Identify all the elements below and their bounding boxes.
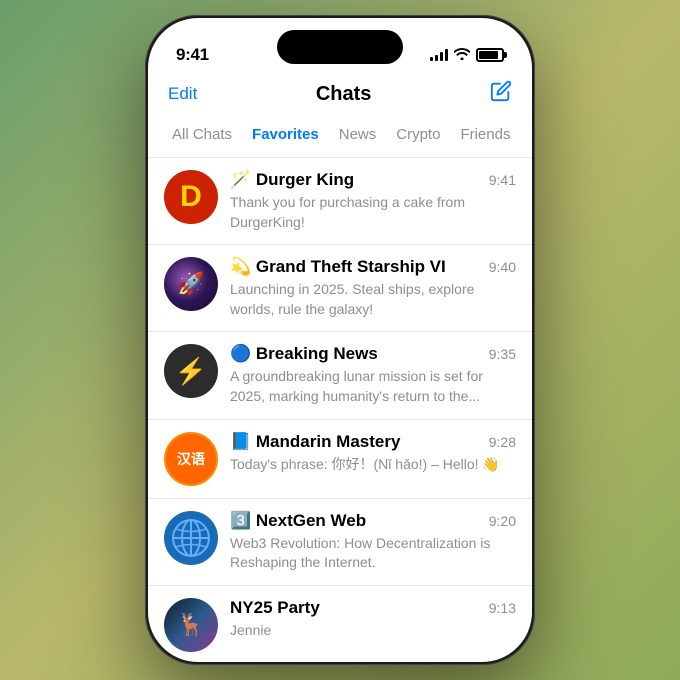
lightning-icon: ⚡ [175, 356, 207, 387]
chat-item-mandarin[interactable]: 汉语 📘 Mandarin Mastery 9:28 Today's phras… [148, 420, 532, 499]
chat-item-durger-king[interactable]: D 🪄 Durger King 9:41 Thank you for purch… [148, 158, 532, 245]
chat-content-nextgen: 3️⃣ NextGen Web 9:20 Web3 Revolution: Ho… [230, 511, 516, 573]
edit-button[interactable]: Edit [168, 84, 197, 104]
chat-top: 📘 Mandarin Mastery 9:28 [230, 432, 516, 452]
chat-time: 9:13 [489, 600, 516, 616]
signal-icon [430, 49, 448, 61]
chat-content-breaking-news: 🔵 Breaking News 9:35 A groundbreaking lu… [230, 344, 516, 406]
chat-preview: Web3 Revolution: How Decentralization is… [230, 534, 516, 573]
dynamic-island [277, 30, 403, 64]
chat-preview: Today's phrase: 你好！(Nǐ hǎo!) – Hello! 👋 [230, 455, 516, 475]
globe-icon [170, 517, 212, 559]
chat-name: 📘 Mandarin Mastery [230, 432, 400, 452]
chat-preview: A groundbreaking lunar mission is set fo… [230, 367, 516, 406]
avatar-breaking-news: ⚡ [164, 344, 218, 398]
tab-news[interactable]: News [331, 122, 385, 147]
status-time: 9:41 [176, 45, 209, 65]
chat-content-mandarin: 📘 Mandarin Mastery 9:28 Today's phrase: … [230, 432, 516, 475]
chat-preview: Launching in 2025. Steal ships, explore … [230, 280, 516, 319]
tab-favorites[interactable]: Favorites [244, 122, 327, 147]
chat-top: 💫 Grand Theft Starship VI 9:40 [230, 257, 516, 277]
tab-friends[interactable]: Friends [452, 122, 518, 147]
status-icons [430, 47, 504, 63]
avatar-nextgen [164, 511, 218, 565]
compose-button[interactable] [490, 80, 512, 108]
chat-item-breaking-news[interactable]: ⚡ 🔵 Breaking News 9:35 A groundbreaking … [148, 332, 532, 419]
chat-list: D 🪄 Durger King 9:41 Thank you for purch… [148, 158, 532, 662]
chat-time: 9:28 [489, 434, 516, 450]
phone-screen: 9:41 [148, 18, 532, 662]
avatar-ny25: 🦌 [164, 598, 218, 652]
battery-icon [476, 48, 504, 62]
chat-content-ny25: NY25 Party 9:13 Jennie [230, 598, 516, 641]
chat-name: 🔵 Breaking News [230, 344, 378, 364]
chat-preview: Thank you for purchasing a cake from Dur… [230, 193, 516, 232]
avatar-gts: 🚀 [164, 257, 218, 311]
chat-top: NY25 Party 9:13 [230, 598, 516, 618]
avatar-mandarin: 汉语 [164, 432, 218, 486]
chat-name: 💫 Grand Theft Starship VI [230, 257, 446, 277]
chat-item-gts[interactable]: 🚀 💫 Grand Theft Starship VI 9:40 Launchi… [148, 245, 532, 332]
filter-tabs: All Chats Favorites News Crypto Friends [148, 118, 532, 158]
chat-top: 🔵 Breaking News 9:35 [230, 344, 516, 364]
header: Edit Chats [148, 76, 532, 118]
avatar-durger-king: D [164, 170, 218, 224]
chat-name: NY25 Party [230, 598, 320, 618]
chat-time: 9:20 [489, 513, 516, 529]
chat-time: 9:41 [489, 172, 516, 188]
chat-content-gts: 💫 Grand Theft Starship VI 9:40 Launching… [230, 257, 516, 319]
chat-name: 🪄 Durger King [230, 170, 354, 190]
chat-item-ny25[interactable]: 🦌 NY25 Party 9:13 Jennie [148, 586, 532, 662]
chat-time: 9:35 [489, 346, 516, 362]
chat-top: 🪄 Durger King 9:41 [230, 170, 516, 190]
chat-item-nextgen[interactable]: 3️⃣ NextGen Web 9:20 Web3 Revolution: Ho… [148, 499, 532, 586]
phone-frame: 9:41 [145, 15, 535, 665]
tab-all-chats[interactable]: All Chats [164, 122, 240, 147]
wifi-icon [454, 47, 470, 63]
tab-crypto[interactable]: Crypto [388, 122, 448, 147]
chat-name: 3️⃣ NextGen Web [230, 511, 366, 531]
chat-content-durger-king: 🪄 Durger King 9:41 Thank you for purchas… [230, 170, 516, 232]
chat-time: 9:40 [489, 259, 516, 275]
chat-top: 3️⃣ NextGen Web 9:20 [230, 511, 516, 531]
page-title: Chats [316, 83, 372, 106]
chat-preview: Jennie [230, 621, 516, 641]
